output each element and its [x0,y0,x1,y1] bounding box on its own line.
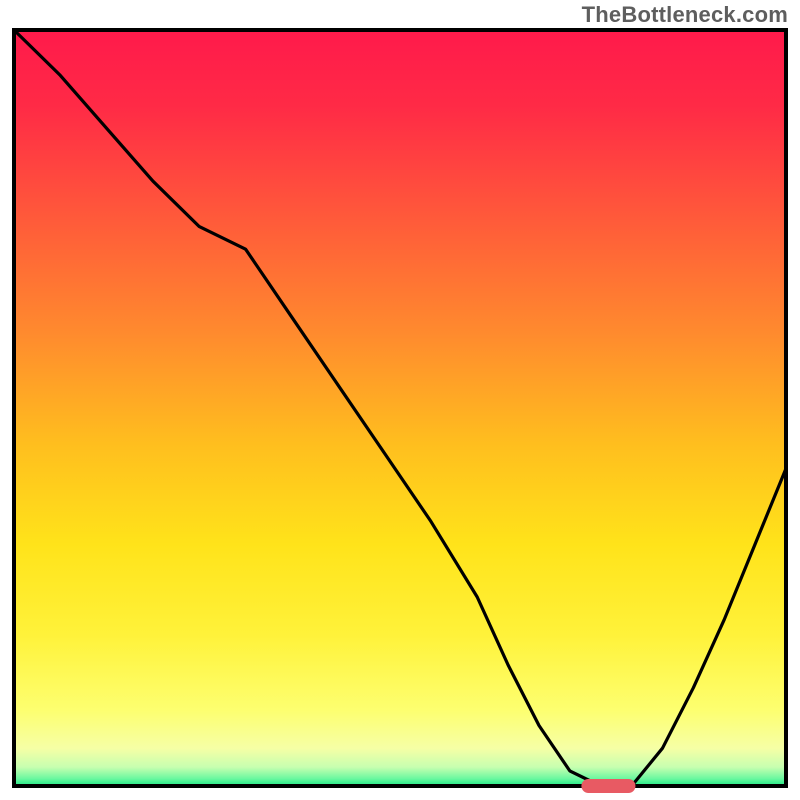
gradient-fill [14,30,786,786]
optimal-marker [581,779,635,793]
watermark-text: TheBottleneck.com [582,2,788,28]
chart-stage: TheBottleneck.com [0,0,800,800]
plot-area [14,30,786,793]
bottleneck-chart [0,0,800,800]
